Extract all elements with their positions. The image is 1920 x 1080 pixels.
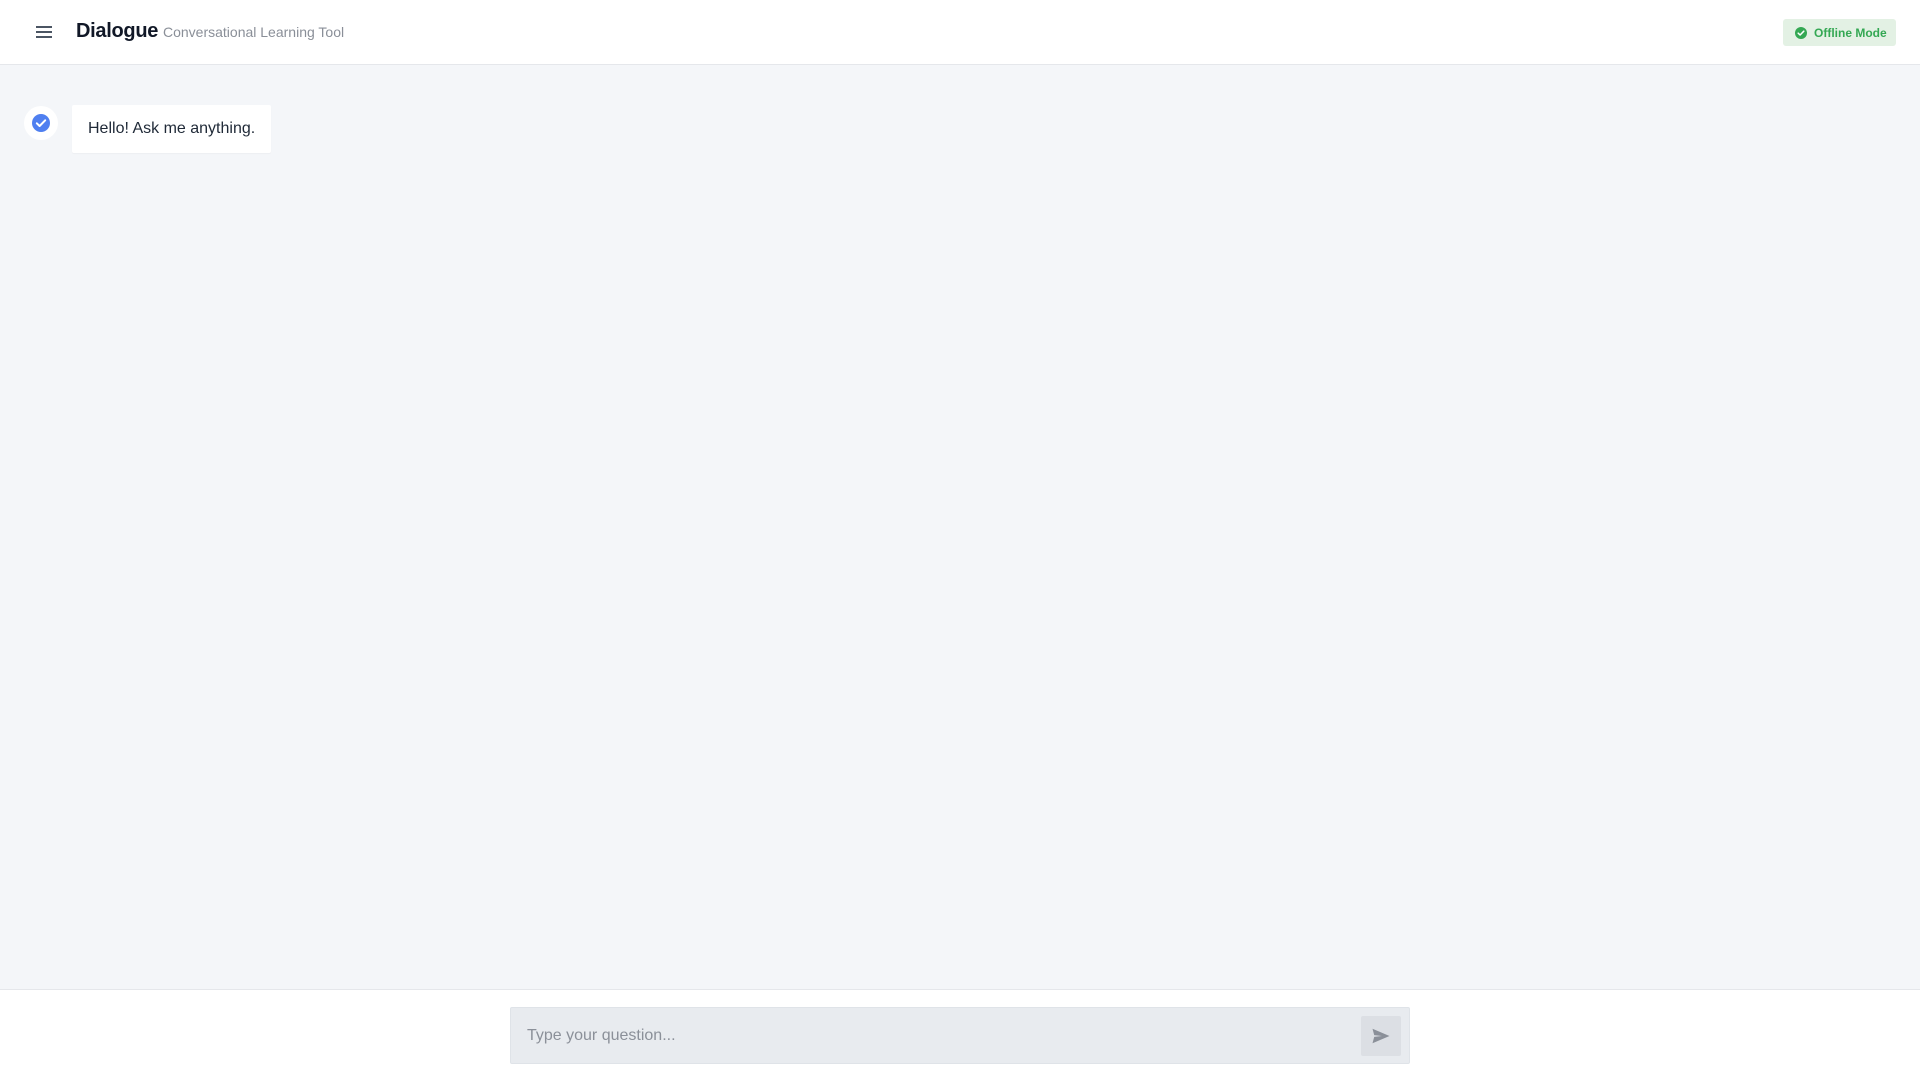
avatar bbox=[24, 106, 58, 140]
message-row: Hello! Ask me anything. bbox=[24, 105, 272, 153]
app-subtitle: Conversational Learning Tool bbox=[163, 24, 345, 40]
composer bbox=[0, 989, 1920, 1080]
hamburger-menu-icon bbox=[36, 26, 52, 38]
app-header: Dialogue Conversational Learning Tool Of… bbox=[0, 0, 1920, 65]
message-bubble: Hello! Ask me anything. bbox=[72, 105, 272, 153]
question-input-wrapper bbox=[510, 1007, 1410, 1064]
question-input[interactable] bbox=[511, 1008, 1341, 1063]
chat-area[interactable]: Hello! Ask me anything. bbox=[0, 65, 1920, 989]
send-button[interactable] bbox=[1361, 1016, 1401, 1056]
app-title: Dialogue bbox=[76, 20, 159, 42]
status-badge: Offline Mode bbox=[1783, 19, 1896, 46]
send-icon bbox=[1372, 1028, 1390, 1044]
check-circle-icon bbox=[32, 114, 50, 132]
menu-button[interactable] bbox=[28, 16, 60, 48]
status-label: Offline Mode bbox=[1814, 25, 1887, 40]
check-circle-icon bbox=[1795, 26, 1807, 39]
